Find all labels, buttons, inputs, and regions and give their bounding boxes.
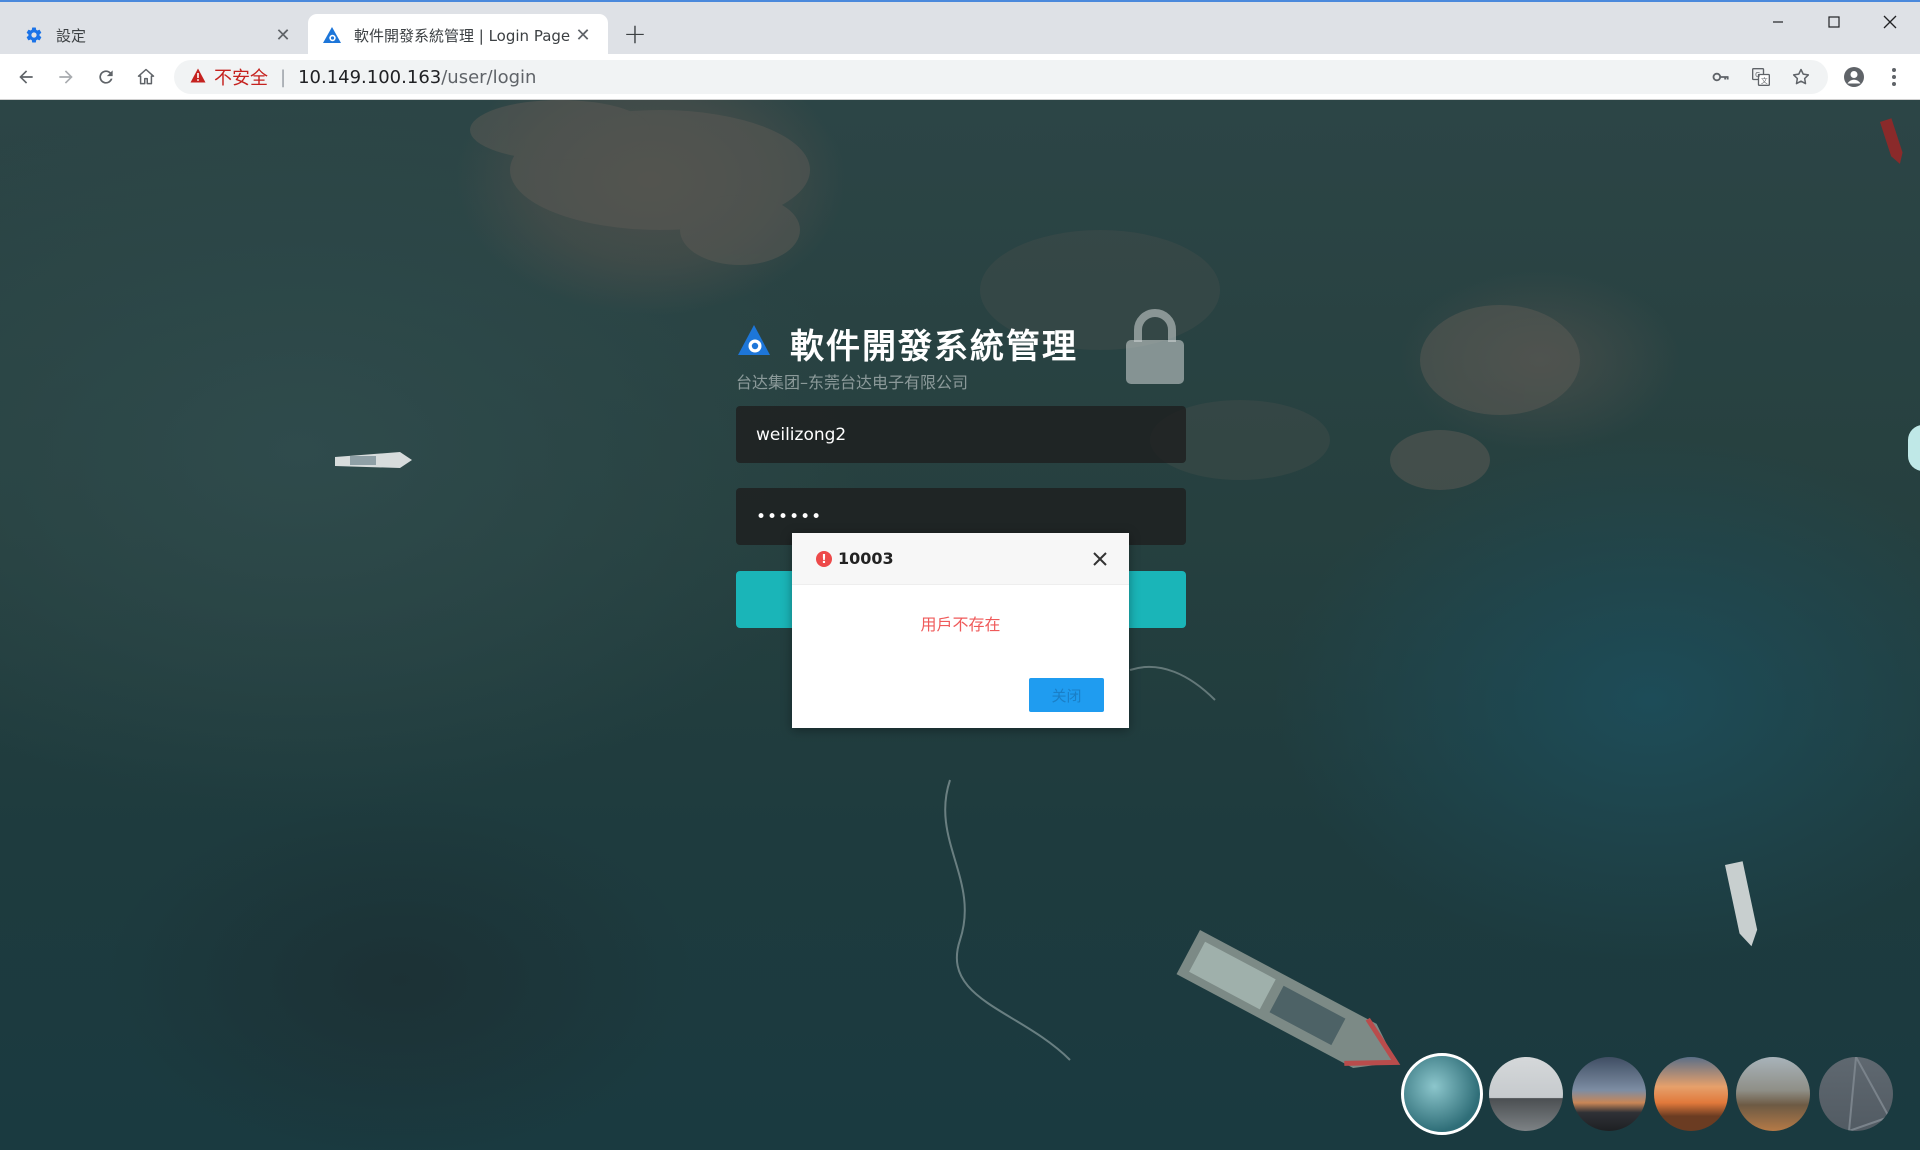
maximize-icon[interactable]	[1806, 6, 1862, 38]
forward-arrow-icon[interactable]	[50, 61, 82, 93]
dialog-message: 用戶不存在	[920, 615, 1001, 634]
background-thumbnail-mountain-dusk[interactable]	[1572, 1057, 1646, 1131]
login-header: 軟件開發系統管理 台达集团–东莞台达电子有限公司	[734, 315, 1184, 395]
home-icon[interactable]	[130, 61, 162, 93]
bookmark-star-icon[interactable]	[1790, 66, 1812, 88]
username-input[interactable]: weilizong2	[736, 406, 1186, 463]
error-icon: !	[816, 550, 832, 567]
dialog-title: 10003	[838, 549, 894, 568]
dialog-header: ! 10003	[792, 533, 1129, 585]
svg-text:G: G	[1755, 71, 1760, 79]
background-thumbnail-rock[interactable]	[1489, 1057, 1563, 1131]
close-tab-icon[interactable]: ✕	[272, 24, 294, 46]
back-arrow-icon[interactable]	[10, 61, 42, 93]
translate-icon[interactable]: G文	[1750, 66, 1772, 88]
background-thumbnail-sunset[interactable]	[1654, 1057, 1728, 1131]
close-button[interactable]: 关闭	[1029, 678, 1104, 712]
background-thumbnail-dark[interactable]	[1819, 1057, 1893, 1131]
background-thumbnail-canyon[interactable]	[1736, 1057, 1810, 1131]
new-tab-button[interactable]: +	[620, 20, 650, 50]
minimize-icon[interactable]	[1750, 6, 1806, 38]
tab-login-page[interactable]: 軟件開發系統管理 | Login Page ✕	[308, 14, 608, 56]
username-value: weilizong2	[756, 424, 847, 445]
browser-toolbar: 不安全 | 10.149.100.163/user/login G文	[0, 54, 1920, 100]
address-bar[interactable]: 不安全 | 10.149.100.163/user/login G文	[174, 60, 1828, 94]
tab-strip: 設定 ✕ 軟件開發系統管理 | Login Page ✕ +	[0, 0, 1920, 56]
key-icon[interactable]	[1710, 66, 1732, 88]
side-panel-handle[interactable]	[1908, 425, 1920, 471]
url-host: 10.149.100.163	[298, 66, 442, 88]
profile-avatar-icon[interactable]	[1838, 61, 1870, 93]
close-tab-icon[interactable]: ✕	[572, 24, 594, 46]
close-window-icon[interactable]	[1862, 6, 1918, 38]
app-logo-icon	[322, 25, 342, 45]
tab-title: 設定	[56, 26, 87, 45]
address-separator: |	[280, 66, 287, 88]
browser-menu-icon[interactable]	[1878, 61, 1910, 93]
gear-icon	[24, 25, 44, 45]
tab-title: 軟件開發系統管理 | Login Page	[354, 26, 571, 45]
background-thumbnail-sea[interactable]	[1401, 1053, 1483, 1135]
system-title: 軟件開發系統管理	[790, 327, 1078, 367]
boat-illustration	[335, 452, 412, 468]
app-logo-icon	[738, 325, 770, 355]
security-status[interactable]: 不安全	[214, 64, 268, 90]
password-value: ••••••	[756, 506, 823, 527]
reload-icon[interactable]	[90, 61, 122, 93]
tab-settings[interactable]: 設定 ✕	[10, 14, 308, 56]
lock-icon	[1126, 309, 1184, 384]
thumbnail-pattern-icon	[1848, 1057, 1890, 1131]
svg-text:文: 文	[1761, 76, 1768, 85]
warning-icon[interactable]	[190, 67, 206, 88]
close-icon[interactable]	[1089, 548, 1111, 570]
url-path: /user/login	[441, 66, 537, 88]
login-background: 軟件開發系統管理 台达集团–东莞台达电子有限公司 weilizong2 ••••…	[0, 100, 1920, 1150]
company-name: 台达集团–东莞台达电子有限公司	[736, 373, 969, 392]
error-dialog: ! 10003 用戶不存在 关闭	[792, 533, 1129, 728]
